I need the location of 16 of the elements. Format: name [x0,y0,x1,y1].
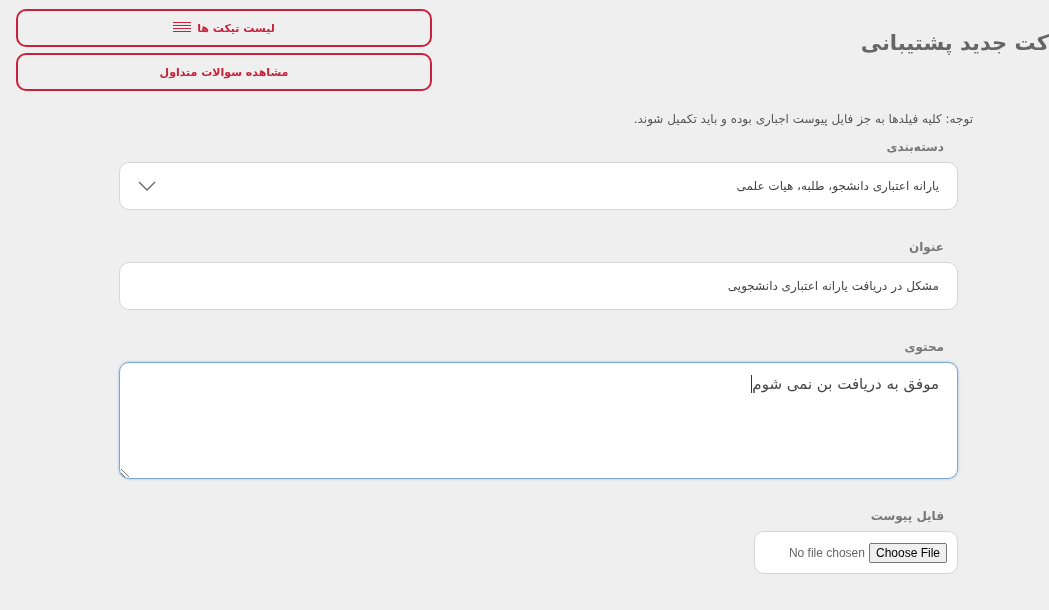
choose-file-button[interactable]: Choose File [868,542,947,563]
faq-button[interactable]: مشاهده سوالات متداول [16,53,432,91]
field-label: محتوی [903,340,944,354]
field-label: عنوان [908,240,944,254]
category-dropdown[interactable]: یارانه اعتباری دانشجو، طلبه، هیات علمی [119,162,958,210]
list-icon [173,22,192,34]
page-title: کت جدید پشتیبانی [860,31,1049,55]
field-label: فایل پیوست [869,509,944,523]
chevron-down-icon [138,181,156,191]
file-status: No file chosen [788,545,865,560]
field-label: دسته‌بندی [885,140,944,154]
resize-grip-icon[interactable] [121,468,130,477]
subject-input[interactable]: مشکل در دریافت یارانه اعتباری دانشجویی [119,262,958,310]
ticket-list-button[interactable]: لیست تیکت ها [16,9,432,47]
required-fields-note: توجه: کلیه فیلدها به جز فایل پیوست اجباری بوده و باید تکمیل شوند. [632,112,973,126]
content-textarea[interactable]: موفق به دریافت بن نمی شوم [119,362,958,479]
